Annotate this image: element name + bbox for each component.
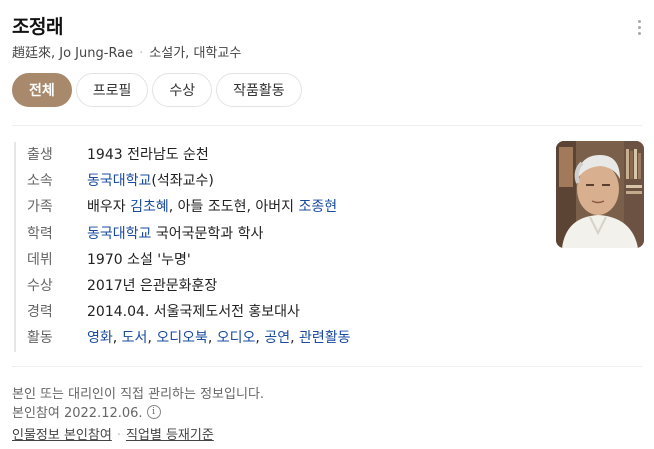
info-label: 출생 xyxy=(27,147,53,163)
spouse-link[interactable]: 김초혜 xyxy=(130,199,169,215)
father-link[interactable]: 조종현 xyxy=(298,199,337,215)
tab-works[interactable]: 작품활동 xyxy=(216,73,302,107)
info-row-award: 수상 2017년 은관문화훈장 xyxy=(27,273,351,299)
info-value: 1943 전라남도 순천 xyxy=(87,147,209,163)
tab-all[interactable]: 전체 xyxy=(12,73,72,107)
profile-photo[interactable] xyxy=(556,141,644,248)
tab-awards[interactable]: 수상 xyxy=(152,73,213,107)
person-hanja-en: 趙廷來, Jo Jung-Rae xyxy=(12,46,134,61)
person-name: 조정래 xyxy=(12,16,63,38)
activity-link-related[interactable]: 관련활동 xyxy=(299,330,351,346)
info-label: 활동 xyxy=(27,330,53,347)
separator: , xyxy=(207,330,217,347)
participation-info: 본인참여 2022.12.06. i xyxy=(12,402,161,421)
listing-criteria-link[interactable]: 직업별 등재기준 xyxy=(126,428,214,443)
profile-header: 조정래 xyxy=(12,12,63,39)
info-value: 2014.04. 서울국제도서전 홍보대사 xyxy=(87,304,300,321)
separator-dot: · xyxy=(116,428,121,443)
info-label: 수상 xyxy=(27,277,53,294)
affiliation-note: (석좌교수) xyxy=(151,173,214,190)
activity-link-books[interactable]: 도서 xyxy=(122,330,148,346)
person-occupation: 소설가, 대학교수 xyxy=(149,46,242,61)
family-prefix: 배우자 xyxy=(87,199,131,216)
family-middle: , 아들 조도현, 아버지 xyxy=(168,199,299,216)
affiliation-link[interactable]: 동국대학교 xyxy=(87,173,151,189)
separator: , xyxy=(147,330,157,347)
info-label: 학력 xyxy=(27,225,53,242)
education-detail: 국어국문학과 학사 xyxy=(151,225,264,242)
separator: , xyxy=(112,330,122,347)
info-row-education: 학력 동국대학교 국어국문학과 학사 xyxy=(27,221,351,247)
info-circle-icon[interactable]: i xyxy=(146,404,161,419)
tab-profile[interactable]: 프로필 xyxy=(75,73,149,107)
activity-link-audio[interactable]: 오디오 xyxy=(217,330,256,346)
activity-link-performance[interactable]: 공연 xyxy=(264,330,290,346)
participation-date: 본인참여 2022.12.06. xyxy=(12,406,143,421)
footer-links: 인물정보 본인참여 · 직업별 등재기준 xyxy=(12,424,214,443)
divider xyxy=(12,366,642,367)
self-participation-link[interactable]: 인물정보 본인참여 xyxy=(12,428,112,443)
profile-info: 출생 1943 전라남도 순천 소속 동국대학교(석좌교수) 가족 배우자 김초혜, … xyxy=(14,142,351,352)
separator-dot: · xyxy=(139,46,144,61)
education-link[interactable]: 동국대학교 xyxy=(87,226,151,242)
info-row-family: 가족 배우자 김초혜, 아들 조도현, 아버지 조종현 xyxy=(27,194,351,220)
activity-link-audiobook[interactable]: 오디오북 xyxy=(156,330,208,346)
info-row-career: 경력 2014.04. 서울국제도서전 홍보대사 xyxy=(27,299,351,325)
activity-link-movie[interactable]: 영화 xyxy=(87,330,113,346)
separator: , xyxy=(290,330,299,347)
person-subline: 趙廷來, Jo Jung-Rae · 소설가, 대학교수 xyxy=(12,42,241,61)
info-row-birth: 출생 1943 전라남도 순천 xyxy=(27,142,351,168)
info-row-debut: 데뷔 1970 소설 '누명' xyxy=(27,247,351,273)
info-label: 데뷔 xyxy=(27,251,53,268)
info-value: 2017년 은관문화훈장 xyxy=(87,277,218,294)
divider xyxy=(12,125,642,126)
separator: , xyxy=(255,330,265,347)
info-label: 가족 xyxy=(27,199,53,216)
info-label: 소속 xyxy=(27,173,53,190)
info-label: 경력 xyxy=(27,304,53,321)
info-row-activities: 활동 영화, 도서, 오디오북, 오디오, 공연, 관련활동 xyxy=(27,325,351,351)
managed-notice: 본인 또는 대리인이 직접 관리하는 정보입니다. xyxy=(12,387,265,402)
more-vertical-icon[interactable] xyxy=(638,20,642,38)
info-row-affiliation: 소속 동국대학교(석좌교수) xyxy=(27,168,351,194)
tab-bar: 전체 프로필 수상 작품활동 xyxy=(12,73,302,107)
info-value: 1970 소설 '누명' xyxy=(87,251,191,268)
